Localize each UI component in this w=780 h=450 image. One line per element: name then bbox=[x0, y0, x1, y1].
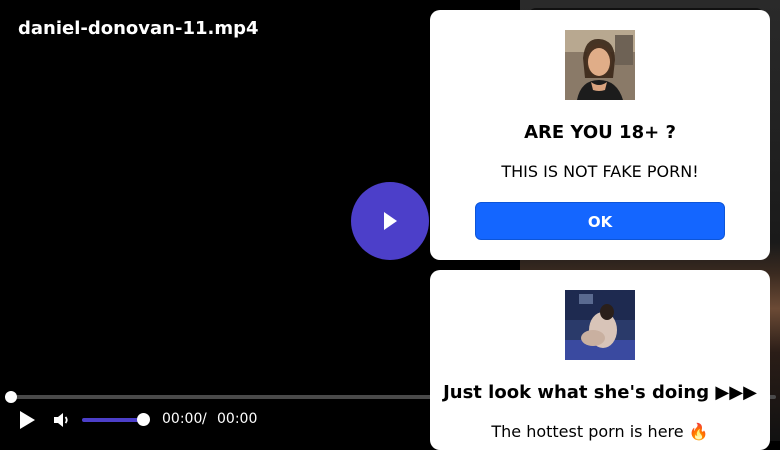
play-icon bbox=[384, 212, 397, 230]
volume-icon bbox=[54, 413, 68, 427]
volume-handle[interactable] bbox=[137, 413, 150, 426]
popup-heading: Just look what she's doing ▶▶▶ bbox=[443, 382, 757, 403]
time-separator: / bbox=[202, 411, 207, 427]
popup-heading: ARE YOU 18+ ? bbox=[524, 122, 676, 143]
video-title: daniel-donovan-11.mp4 bbox=[18, 18, 259, 39]
big-play-button[interactable] bbox=[351, 182, 429, 260]
progress-handle[interactable] bbox=[5, 391, 17, 403]
popup-text: The hottest porn is here 🔥 bbox=[491, 422, 709, 441]
current-time: 00:00 bbox=[162, 411, 203, 427]
popup-text: THIS IS NOT FAKE PORN! bbox=[501, 162, 699, 181]
avatar bbox=[565, 290, 635, 360]
age-verification-popup: ARE YOU 18+ ? THIS IS NOT FAKE PORN! OK bbox=[430, 10, 770, 260]
volume-slider[interactable] bbox=[82, 418, 144, 422]
play-icon bbox=[20, 411, 35, 429]
play-button[interactable] bbox=[16, 409, 38, 431]
promo-popup: Just look what she's doing ▶▶▶ The hotte… bbox=[430, 270, 770, 450]
duration: 00:00 bbox=[217, 411, 258, 427]
volume-button[interactable] bbox=[52, 410, 72, 430]
avatar bbox=[565, 30, 635, 100]
ok-button[interactable]: OK bbox=[475, 202, 725, 240]
